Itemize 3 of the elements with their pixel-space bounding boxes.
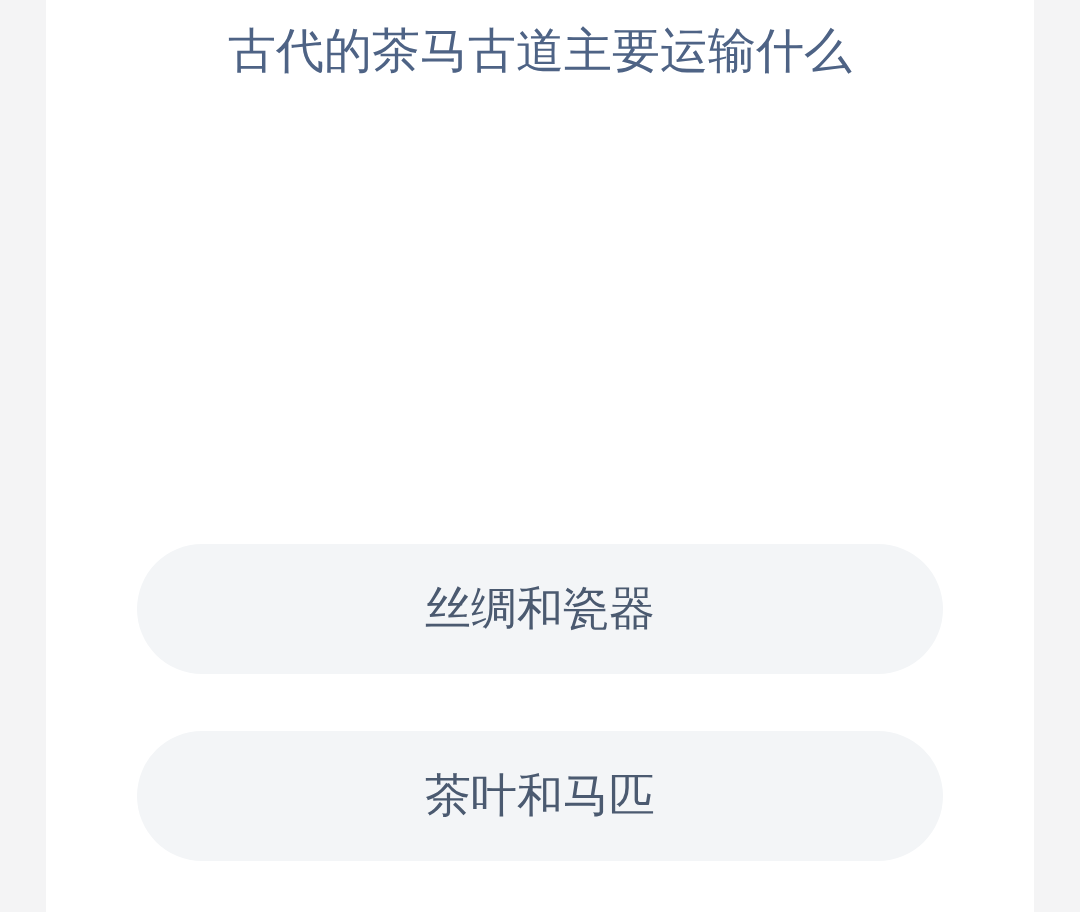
answer-option[interactable]: 丝绸和瓷器 (137, 544, 943, 674)
question-text: 古代的茶马古道主要运输什么 (228, 21, 852, 80)
answer-option[interactable]: 茶叶和马匹 (137, 731, 943, 861)
